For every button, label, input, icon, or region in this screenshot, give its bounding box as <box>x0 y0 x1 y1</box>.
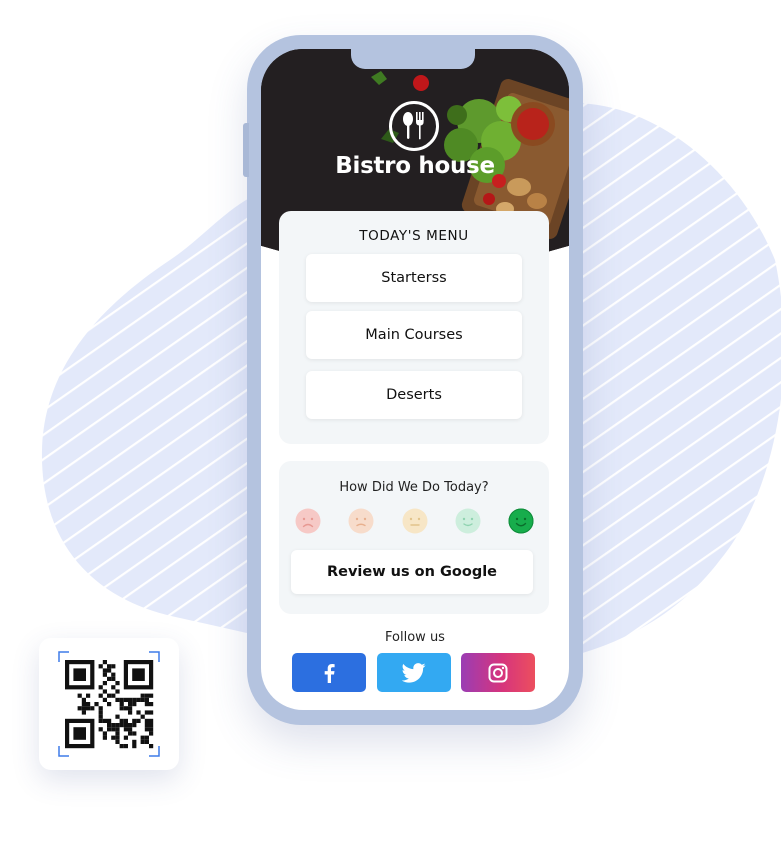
review-google-button[interactable]: Review us on Google <box>291 550 533 594</box>
instagram-icon <box>488 663 508 682</box>
restaurant-logo <box>389 101 439 151</box>
feedback-card: How Did We Do Today? Review us on Google <box>279 461 549 614</box>
feedback-title: How Did We Do Today? <box>339 480 489 495</box>
phone-mockup: Bistro house TODAY'S MENU Starterss Main… <box>243 35 583 725</box>
facebook-button[interactable] <box>292 653 366 692</box>
phone-notch <box>351 49 475 69</box>
unhappy-face-icon[interactable] <box>348 508 374 534</box>
phone-side-button <box>243 123 249 177</box>
qr-code-card <box>39 638 179 770</box>
instagram-button[interactable] <box>461 653 535 692</box>
qr-code <box>58 651 160 757</box>
neutral-face-icon[interactable] <box>402 508 428 534</box>
phone-screen: Bistro house TODAY'S MENU Starterss Main… <box>261 49 569 710</box>
menu-item-main-courses[interactable]: Main Courses <box>306 311 522 359</box>
twitter-icon <box>402 662 426 683</box>
very-unhappy-face-icon[interactable] <box>295 508 321 534</box>
happy-face-icon[interactable] <box>455 508 481 534</box>
menu-card: TODAY'S MENU Starterss Main Courses Dese… <box>279 211 549 444</box>
facebook-icon <box>324 663 335 683</box>
twitter-button[interactable] <box>377 653 451 692</box>
menu-item-starters[interactable]: Starterss <box>306 254 522 302</box>
very-happy-face-icon[interactable] <box>508 508 534 534</box>
menu-title: TODAY'S MENU <box>359 228 469 244</box>
follow-label: Follow us <box>385 630 445 645</box>
restaurant-name: Bistro house <box>335 153 495 179</box>
menu-item-deserts[interactable]: Deserts <box>306 371 522 419</box>
spoon-fork-icon <box>403 112 424 140</box>
